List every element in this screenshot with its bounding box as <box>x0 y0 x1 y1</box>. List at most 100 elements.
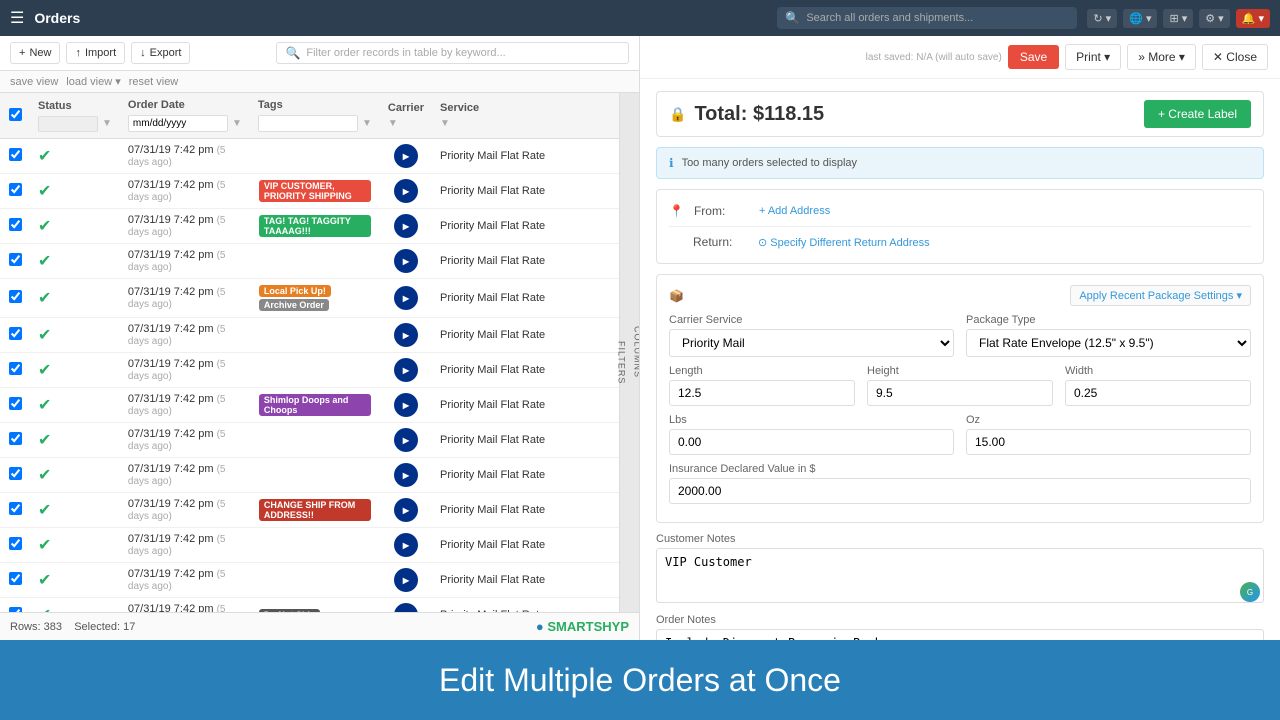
package-type-select[interactable]: Flat Rate Envelope (12.5" x 9.5") <box>966 329 1251 357</box>
width-label: Width <box>1065 365 1251 377</box>
length-input[interactable] <box>669 380 855 406</box>
service-cell: Priority Mail Flat Rate <box>432 279 619 318</box>
row-checkbox[interactable] <box>9 327 22 340</box>
new-button[interactable]: + New <box>10 42 60 64</box>
status-filter-icon[interactable]: ▼ <box>102 118 112 129</box>
usps-carrier-icon: ▶ <box>394 286 418 310</box>
carrier-label: Carrier <box>388 102 424 114</box>
date-filter-icon[interactable]: ▼ <box>232 118 242 129</box>
export-icon: ↓ <box>140 47 146 59</box>
settings-button[interactable]: ⚙ ▾ <box>1199 9 1229 28</box>
refresh-button[interactable]: ↻ ▾ <box>1087 9 1117 28</box>
order-notes-textarea[interactable]: Include Discount Promo in Package. <box>656 629 1264 640</box>
load-view-link[interactable]: load view ▾ <box>66 75 120 88</box>
row-checkbox[interactable] <box>9 218 22 231</box>
hamburger-menu[interactable]: ☰ <box>10 8 24 28</box>
table-search-filter[interactable]: 🔍 <box>276 42 629 64</box>
service-cell: Priority Mail Flat Rate <box>432 353 619 388</box>
layout-button[interactable]: ⊞ ▾ <box>1163 9 1193 28</box>
tags-filter-icon[interactable]: ▼ <box>362 118 372 129</box>
close-button[interactable]: ✕ Close <box>1202 44 1268 70</box>
row-checkbox[interactable] <box>9 148 22 161</box>
status-icon: ✔ <box>38 432 51 449</box>
row-checkbox[interactable] <box>9 183 22 196</box>
tags-cell: CHANGE SHIP FROM ADDRESS!! <box>250 493 380 528</box>
filters-label[interactable]: Filters <box>615 335 629 390</box>
more-button[interactable]: » More ▾ <box>1127 44 1196 70</box>
status-cell: ✔ <box>30 423 120 458</box>
import-button[interactable]: ↑ Import <box>66 42 125 64</box>
info-section: ℹ Too many orders selected to display <box>656 147 1264 179</box>
from-label: From: <box>694 204 749 218</box>
create-label-button[interactable]: + Create Label <box>1144 100 1251 128</box>
smartshyp-logo: ● SMARTSHYP <box>536 619 629 634</box>
row-checkbox[interactable] <box>9 290 22 303</box>
date-cell: 07/31/19 7:42 pm (5 days ago) <box>120 493 250 528</box>
table-row: ✔07/31/19 7:42 pm (5 days ago)CHANGE SHI… <box>0 493 619 528</box>
bottom-banner: Edit Multiple Orders at Once <box>0 640 1280 720</box>
length-label: Length <box>669 365 855 377</box>
oz-input[interactable] <box>966 429 1251 455</box>
length-group: Length <box>669 365 855 406</box>
row-checkbox[interactable] <box>9 362 22 375</box>
usps-carrier-icon: ▶ <box>394 214 418 238</box>
orders-table: Status ▼ Order Date ▼ <box>0 93 619 612</box>
row-checkbox[interactable] <box>9 537 22 550</box>
columns-sidebar[interactable]: Columns Filters <box>619 93 639 612</box>
table-row: ✔07/31/19 7:42 pm (5 days ago)TAG! TAG! … <box>0 209 619 244</box>
row-checkbox[interactable] <box>9 397 22 410</box>
add-address-link[interactable]: + Add Address <box>759 205 830 217</box>
row-checkbox[interactable] <box>9 572 22 585</box>
carrier-service-select[interactable]: Priority Mail <box>669 329 954 357</box>
row-checkbox[interactable] <box>9 432 22 445</box>
return-address-row: Return: ⊙ Specify Different Return Addre… <box>669 231 1251 253</box>
save-button[interactable]: Save <box>1008 45 1059 69</box>
width-input[interactable] <box>1065 380 1251 406</box>
row-checkbox[interactable] <box>9 253 22 266</box>
status-cell: ✔ <box>30 318 120 353</box>
return-address-link[interactable]: ⊙ Specify Different Return Address <box>758 236 930 249</box>
order-date: 07/31/19 7:42 pm <box>128 428 214 440</box>
customer-notes-group: Customer Notes VIP Customer G <box>656 533 1264 606</box>
status-cell: ✔ <box>30 388 120 423</box>
global-search-box[interactable]: 🔍 <box>777 7 1077 29</box>
customer-notes-wrapper: VIP Customer G <box>656 548 1264 606</box>
status-icon: ✔ <box>38 327 51 344</box>
status-bar: Rows: 383 Selected: 17 ● SMARTSHYP <box>0 612 639 640</box>
date-cell: 07/31/19 7:42 pm (5 days ago) <box>120 174 250 209</box>
carrier-filter-icon[interactable]: ▼ <box>388 118 398 129</box>
save-view-link[interactable]: save view <box>10 76 58 88</box>
print-button[interactable]: Print ▾ <box>1065 44 1121 70</box>
insurance-input[interactable] <box>669 478 1251 504</box>
status-icon: ✔ <box>38 290 51 307</box>
height-input[interactable] <box>867 380 1053 406</box>
date-cell: 07/31/19 7:42 pm (5 days ago) <box>120 353 250 388</box>
banner-text: Edit Multiple Orders at Once <box>439 662 841 699</box>
notifications-button[interactable]: 🔔 ▾ <box>1236 9 1270 28</box>
order-detail-panel: last saved: N/A (will auto save) Save Pr… <box>640 36 1280 640</box>
customer-notes-textarea[interactable]: VIP Customer <box>656 548 1264 603</box>
table-row: ✔07/31/19 7:42 pm (5 days ago)▶Priority … <box>0 139 619 174</box>
reset-view-link[interactable]: reset view <box>129 76 179 88</box>
service-filter-icon[interactable]: ▼ <box>440 118 450 129</box>
status-cell: ✔ <box>30 598 120 613</box>
lbs-input[interactable] <box>669 429 954 455</box>
order-notes-wrapper: Include Discount Promo in Package. G <box>656 629 1264 640</box>
tags-label: Tags <box>258 99 372 111</box>
row-checkbox[interactable] <box>9 467 22 480</box>
date-filter-input[interactable] <box>128 115 228 132</box>
order-date: 07/31/19 7:42 pm <box>128 179 214 191</box>
globe-button[interactable]: 🌐 ▾ <box>1123 9 1157 28</box>
export-button[interactable]: ↓ Export <box>131 42 190 64</box>
table-filter-input[interactable] <box>306 47 620 59</box>
tags-filter-input[interactable] <box>258 115 358 132</box>
order-notes-label: Order Notes <box>656 614 1264 626</box>
row-checkbox[interactable] <box>9 502 22 515</box>
select-all-checkbox[interactable] <box>9 108 22 121</box>
columns-label[interactable]: Columns <box>631 320 640 384</box>
service-cell: Priority Mail Flat Rate <box>432 423 619 458</box>
apply-recent-button[interactable]: Apply Recent Package Settings ▾ <box>1070 285 1251 306</box>
tags-cell <box>250 528 380 563</box>
select-all-col[interactable] <box>0 93 30 139</box>
global-search-input[interactable] <box>806 12 1069 24</box>
